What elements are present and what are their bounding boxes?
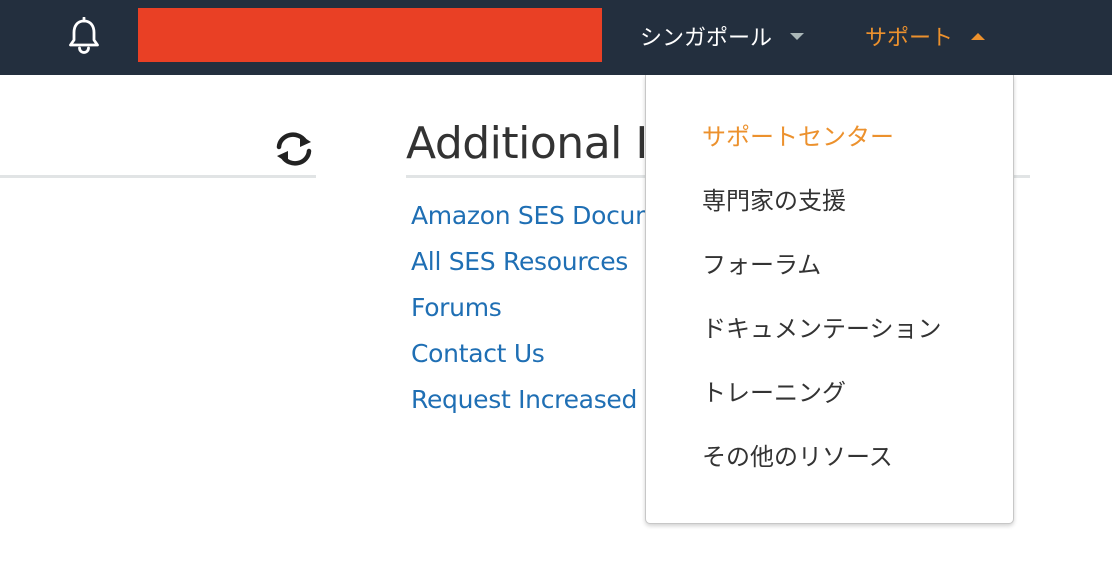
list-item: Forums bbox=[411, 288, 647, 334]
notifications-bell-icon[interactable] bbox=[66, 16, 102, 55]
link-request-increased-limits[interactable]: Request Increased Sending Limits bbox=[411, 385, 647, 414]
list-item: Amazon SES Documentation bbox=[411, 196, 647, 242]
chevron-up-icon bbox=[971, 32, 986, 40]
link-all-ses-resources[interactable]: All SES Resources bbox=[411, 247, 628, 276]
support-dropdown-menu: サポートセンター 専門家の支援 フォーラム ドキュメンテーション トレーニング … bbox=[645, 75, 1014, 524]
chevron-down-icon bbox=[790, 32, 805, 40]
additional-information-title: Additional Information bbox=[406, 118, 646, 169]
resource-links-list: Amazon SES Documentation All SES Resourc… bbox=[411, 196, 647, 426]
region-selector[interactable]: シンガポール bbox=[640, 20, 805, 52]
menu-item-training[interactable]: トレーニング bbox=[702, 373, 942, 437]
list-item: All SES Resources bbox=[411, 242, 647, 288]
menu-item-support-center[interactable]: サポートセンター bbox=[702, 117, 942, 181]
link-forums[interactable]: Forums bbox=[411, 293, 502, 322]
link-contact-us[interactable]: Contact Us bbox=[411, 339, 545, 368]
list-item: Contact Us bbox=[411, 334, 647, 380]
support-menu-button[interactable]: サポート bbox=[865, 20, 986, 52]
menu-item-expert-help[interactable]: 専門家の支援 bbox=[702, 181, 942, 245]
menu-item-documentation[interactable]: ドキュメンテーション bbox=[702, 309, 942, 373]
region-label: シンガポール bbox=[640, 26, 773, 51]
support-label: サポート bbox=[865, 26, 954, 51]
link-ses-documentation[interactable]: Amazon SES Documentation bbox=[411, 201, 647, 230]
refresh-icon[interactable] bbox=[272, 130, 316, 168]
left-panel-divider bbox=[0, 175, 316, 178]
top-navigation-bar: シンガポール サポート bbox=[0, 0, 1112, 75]
list-item: Request Increased Sending Limits bbox=[411, 380, 647, 426]
redacted-account-block bbox=[138, 8, 602, 62]
menu-item-forums[interactable]: フォーラム bbox=[702, 245, 942, 309]
menu-item-other-resources[interactable]: その他のリソース bbox=[702, 437, 942, 501]
